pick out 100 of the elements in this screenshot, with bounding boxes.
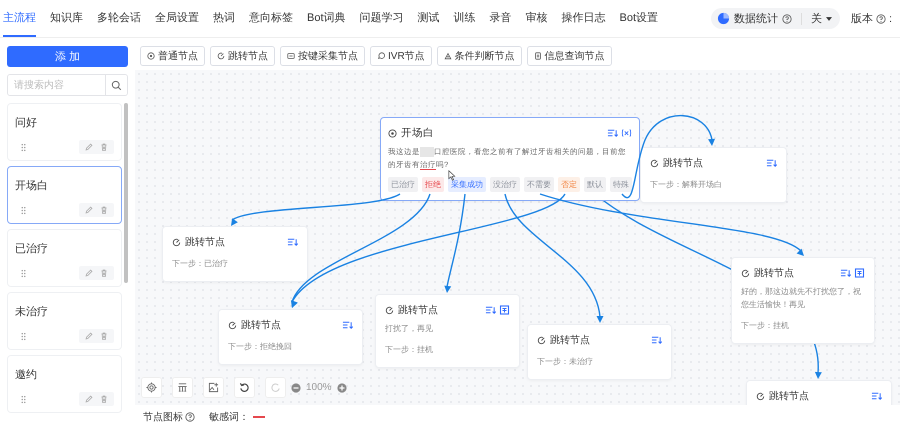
jump-node[interactable]: 跳转节点 打扰了，再见 下一步：挂机	[375, 294, 520, 368]
flow-list-item[interactable]: 开场白	[7, 166, 122, 224]
drag-handle-icon[interactable]	[21, 206, 26, 214]
ivr-node-icon	[377, 52, 385, 60]
pie-chart-icon	[716, 12, 730, 25]
nav-tab[interactable]: 全局设置	[155, 0, 199, 37]
script-icon[interactable]	[854, 268, 865, 278]
drag-handle-icon[interactable]	[21, 394, 26, 404]
version-label: 版本	[850, 12, 873, 26]
flow-list-item[interactable]: 未治疗	[7, 292, 122, 350]
search-icon	[111, 80, 122, 90]
jump-node[interactable]: 跳转节点 下一步：未治疗	[527, 324, 672, 380]
auto-layout-button[interactable]	[172, 377, 193, 398]
node-title: 跳转节点	[241, 318, 281, 332]
flow-list-item[interactable]: 邀约	[7, 355, 122, 413]
target-icon	[388, 128, 397, 138]
drag-handle-icon[interactable]	[21, 142, 26, 152]
jump-icon	[756, 392, 765, 400]
jump-node[interactable]: 跳转节点 下一步：解释开场白	[640, 147, 787, 203]
nav-tab[interactable]: 多轮会话	[97, 0, 141, 37]
add-node-button[interactable]: 普通节点	[140, 46, 205, 66]
stats-select[interactable]: 关	[810, 11, 822, 26]
sort-icon[interactable]	[840, 268, 851, 278]
sort-icon[interactable]	[287, 237, 298, 247]
flow-list-item[interactable]: 问好	[7, 103, 122, 161]
sort-icon[interactable]	[871, 391, 882, 401]
help-icon[interactable]	[782, 14, 792, 24]
locate-button[interactable]	[141, 377, 162, 398]
next-step: 下一步：已治疗	[172, 258, 298, 269]
nav-tab[interactable]: 意向标签	[249, 0, 293, 37]
nav-tab[interactable]: 热词	[213, 0, 235, 37]
next-step: 下一步：拒绝挽回	[228, 341, 353, 352]
jump-node[interactable]: 跳转节点 下一步：已治疗	[162, 226, 308, 282]
drag-handle-icon[interactable]	[21, 268, 26, 278]
flow-list-item[interactable]: 已治疗	[7, 229, 122, 287]
next-step: 下一步：挂机	[741, 320, 865, 331]
node-title: 跳转节点	[754, 266, 794, 280]
export-image-button[interactable]	[203, 377, 224, 398]
jump-node-icon	[217, 52, 225, 60]
jump-node[interactable]: 跳转节点 下一步：拒绝挽回	[218, 309, 363, 365]
nav-tab[interactable]: 训练	[454, 0, 476, 37]
normal-node-icon	[147, 52, 155, 60]
search-button[interactable]	[106, 74, 128, 96]
zoom-out-icon[interactable]	[291, 382, 301, 392]
help-icon[interactable]	[185, 412, 195, 422]
scrollbar[interactable]	[124, 103, 128, 283]
target-icon	[146, 382, 157, 393]
node-icon-label: 节点图标	[143, 410, 183, 424]
help-icon[interactable]	[876, 14, 886, 24]
next-step: 下一步：未治疗	[537, 356, 662, 367]
node-message: 好的，那这边就先不打扰您了，祝您生活愉快！再见	[741, 286, 862, 311]
stats-label: 数据统计	[734, 12, 778, 26]
jump-node[interactable]: 跳转节点	[746, 380, 892, 405]
layout-icon	[177, 382, 188, 393]
variable-icon[interactable]	[621, 128, 632, 138]
version-colon: :	[888, 12, 892, 24]
jump-node[interactable]: 跳转节点 好的，那这边就先不打扰您了，祝您生活愉快！再见 下一步：挂机	[731, 257, 875, 344]
next-step: 下一步：解释开场白	[650, 179, 777, 190]
node-title: 跳转节点	[663, 156, 703, 170]
script-icon[interactable]	[499, 305, 510, 315]
nav-tab[interactable]: Bot设置	[620, 0, 658, 37]
mouse-cursor-icon	[448, 170, 456, 181]
nav-tab[interactable]: Bot词典	[307, 0, 346, 37]
add-node-button[interactable]: 信息查询节点	[526, 46, 612, 66]
sort-icon[interactable]	[342, 320, 353, 330]
nav-tab[interactable]: 主流程	[3, 0, 36, 37]
sort-icon[interactable]	[766, 158, 777, 168]
add-node-button[interactable]: 按键采集节点	[280, 46, 365, 66]
undo-icon	[239, 382, 250, 393]
nav-tab[interactable]: 审核	[526, 0, 548, 37]
nav-tab[interactable]: 录音	[490, 0, 512, 37]
stats-toggle[interactable]: 数据统计 关	[710, 8, 840, 29]
caret-icon[interactable]	[826, 16, 832, 20]
zoom-in-icon[interactable]	[336, 382, 347, 392]
keypad-node-icon	[287, 52, 295, 60]
nav-tab[interactable]: 问题学习	[360, 0, 404, 37]
add-node-button[interactable]: 跳转节点	[210, 46, 275, 66]
jump-icon	[172, 238, 181, 246]
nav-tab[interactable]: 知识库	[50, 0, 83, 37]
add-button[interactable]: 添 加	[7, 46, 128, 67]
add-node-button[interactable]: IVR节点	[370, 46, 432, 66]
sort-icon[interactable]	[607, 128, 618, 138]
node-title: 跳转节点	[550, 334, 590, 347]
search-field[interactable]: 请搜索内容	[7, 74, 106, 96]
node-message: 打扰了，再见	[385, 323, 434, 335]
node-title: 跳转节点	[185, 236, 225, 249]
sort-icon[interactable]	[485, 305, 496, 315]
sensitive-word-label: 敏感词：	[209, 410, 249, 424]
sort-icon[interactable]	[651, 335, 662, 345]
node-title: 跳转节点	[769, 390, 809, 403]
nav-tab[interactable]: 操作日志	[562, 0, 606, 37]
nav-tab[interactable]: 测试	[418, 0, 440, 37]
drag-handle-icon[interactable]	[21, 332, 26, 340]
node-title: 开场白	[401, 126, 434, 140]
branch-tag[interactable]: 采集成功	[448, 177, 486, 192]
undo-button[interactable]	[234, 377, 255, 398]
jump-icon	[537, 336, 546, 344]
node-title: 跳转节点	[398, 304, 438, 317]
add-node-button[interactable]: 条件判断节点	[436, 46, 522, 66]
condition-node-icon	[444, 52, 452, 60]
